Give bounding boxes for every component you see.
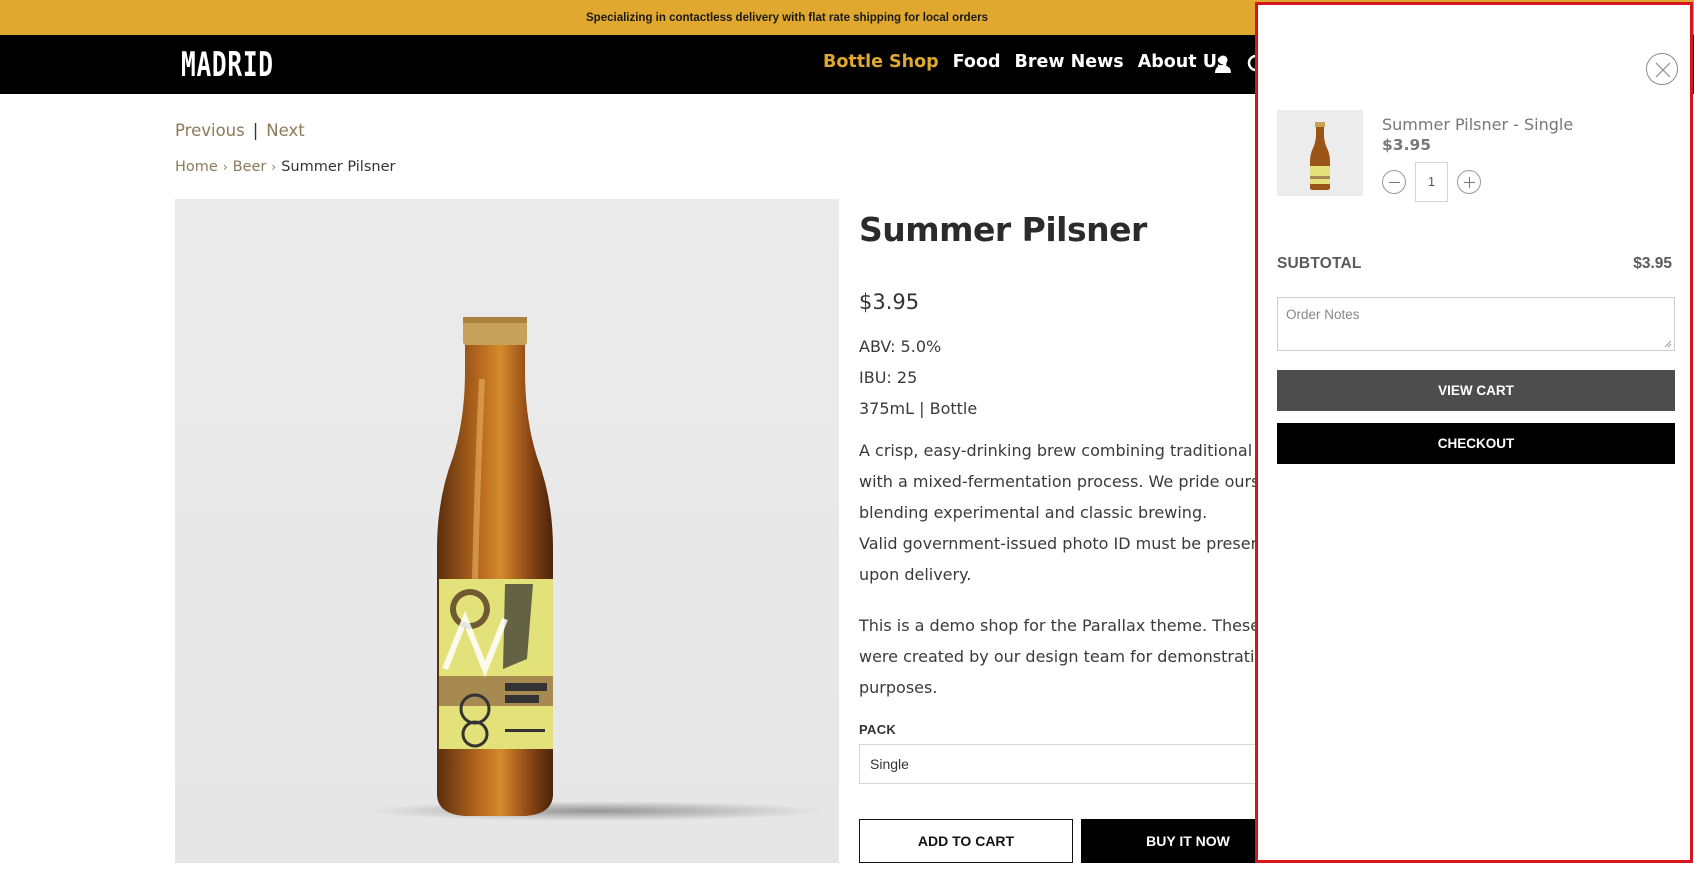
product-image[interactable]: [175, 199, 839, 863]
cart-drawer: Summer Pilsner - Single $3.95 1 SUBTOTAL…: [1255, 2, 1693, 863]
product-description: A crisp, easy-drinking brew combining tr…: [859, 435, 1259, 590]
next-link[interactable]: Next: [266, 121, 304, 140]
order-notes-field[interactable]: Order Notes: [1277, 297, 1675, 351]
product-ibu: IBU: 25: [859, 368, 918, 387]
cart-item-price: $3.95: [1382, 136, 1432, 154]
breadcrumb-current: Summer Pilsner: [281, 159, 396, 175]
user-icon[interactable]: [1212, 53, 1234, 75]
cart-item-image[interactable]: [1277, 110, 1363, 196]
demo-line: purposes.: [859, 678, 938, 697]
nav-bottle-shop[interactable]: Bottle Shop: [823, 52, 939, 72]
description-line: A crisp, easy-drinking brew combining tr…: [859, 441, 1259, 460]
breadcrumb: Home › Beer › Summer Pilsner: [175, 159, 395, 175]
description-line: blending experimental and classic brewin…: [859, 503, 1208, 522]
breadcrumb-separator: ›: [222, 160, 228, 174]
order-notes-placeholder: Order Notes: [1286, 307, 1360, 322]
add-to-cart-button[interactable]: ADD TO CART: [859, 819, 1073, 863]
demo-line: This is a demo shop for the Parallax the…: [859, 616, 1259, 635]
quantity-input[interactable]: 1: [1415, 162, 1448, 202]
subtotal-value: $3.95: [1633, 255, 1672, 272]
beer-bottle-thumbnail: [1310, 122, 1330, 190]
product-pagination: Previous | Next: [175, 121, 305, 140]
pack-label: PACK: [859, 722, 897, 737]
nav-brew-news[interactable]: Brew News: [1015, 52, 1124, 72]
subtotal-label: SUBTOTAL: [1277, 255, 1362, 272]
demo-notice: This is a demo shop for the Parallax the…: [859, 610, 1259, 703]
pack-select[interactable]: Single: [859, 744, 1259, 784]
quantity-decrease-button[interactable]: [1382, 170, 1406, 194]
resize-grip-icon[interactable]: [1664, 340, 1672, 348]
checkout-button[interactable]: CHECKOUT: [1277, 423, 1675, 464]
breadcrumb-separator: ›: [271, 160, 277, 174]
pagination-separator: |: [252, 121, 259, 140]
description-line: upon delivery.: [859, 565, 972, 584]
announcement-text: Specializing in contactless delivery wit…: [586, 11, 988, 24]
nav-food[interactable]: Food: [953, 52, 1001, 72]
close-cart-button[interactable]: [1646, 53, 1678, 85]
description-line: Valid government-issued photo ID must be…: [859, 534, 1259, 553]
product-volume: 375mL | Bottle: [859, 399, 978, 418]
main-nav: Bottle Shop Food Brew News About Us: [823, 52, 1227, 72]
breadcrumb-home[interactable]: Home: [175, 159, 218, 175]
previous-link[interactable]: Previous: [175, 121, 245, 140]
product-price: $3.95: [859, 290, 920, 314]
product-title: Summer Pilsner: [859, 210, 1147, 249]
demo-line: were created by our design team for demo…: [859, 647, 1259, 666]
site-logo[interactable]: MADRID: [181, 45, 274, 85]
beer-bottle-image: [365, 317, 825, 821]
breadcrumb-beer[interactable]: Beer: [233, 159, 267, 175]
view-cart-button[interactable]: VIEW CART: [1277, 370, 1675, 411]
close-icon: [1655, 62, 1671, 78]
quantity-increase-button[interactable]: [1457, 170, 1481, 194]
product-abv: ABV: 5.0%: [859, 337, 942, 356]
description-line: with a mixed-fermentation process. We pr…: [859, 472, 1259, 491]
product-info: Summer Pilsner $3.95 ABV: 5.0% IBU: 25 3…: [859, 210, 1259, 697]
cart-item-name[interactable]: Summer Pilsner - Single: [1382, 115, 1573, 134]
